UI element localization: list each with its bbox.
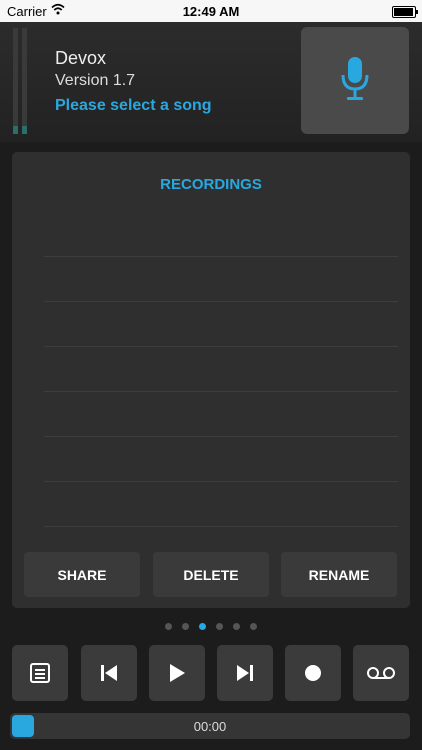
- skip-back-button[interactable]: [81, 645, 137, 701]
- recordings-panel: RECORDINGS SHARE DELETE RENAME: [12, 152, 410, 608]
- rename-button[interactable]: RENAME: [281, 552, 397, 597]
- recordings-list[interactable]: [44, 212, 398, 552]
- song-status[interactable]: Please select a song: [55, 97, 212, 115]
- skip-forward-button[interactable]: [217, 645, 273, 701]
- recordings-button[interactable]: [353, 645, 409, 701]
- list-item[interactable]: [44, 212, 398, 257]
- share-button[interactable]: SHARE: [24, 552, 140, 597]
- page-dot[interactable]: [216, 623, 223, 630]
- page-dot[interactable]: [165, 623, 172, 630]
- record-button[interactable]: [285, 645, 341, 701]
- status-bar: Carrier 12:49 AM: [0, 0, 422, 22]
- app-name: Devox: [55, 48, 107, 68]
- page-dot[interactable]: [199, 623, 206, 630]
- play-icon: [170, 664, 185, 682]
- level-meter-right: [22, 28, 27, 134]
- delete-button[interactable]: DELETE: [153, 552, 269, 597]
- lyrics-icon: [30, 663, 50, 683]
- skip-back-icon: [101, 665, 117, 681]
- page-dot[interactable]: [182, 623, 189, 630]
- level-meter-left: [13, 28, 18, 134]
- list-item[interactable]: [44, 302, 398, 347]
- recordings-title: RECORDINGS: [160, 176, 262, 193]
- list-item[interactable]: [44, 392, 398, 437]
- record-icon: [305, 665, 321, 681]
- clock: 12:49 AM: [182, 4, 240, 19]
- list-item[interactable]: [44, 437, 398, 482]
- page-indicator[interactable]: [0, 623, 422, 630]
- song-header: Devox Version 1.7 Please select a song: [0, 22, 422, 142]
- voicemail-icon: [367, 667, 395, 679]
- skip-forward-icon: [237, 665, 253, 681]
- microphone-button[interactable]: [301, 27, 409, 134]
- list-item[interactable]: [44, 257, 398, 302]
- lyrics-button[interactable]: [12, 645, 68, 701]
- play-button[interactable]: [149, 645, 205, 701]
- list-item[interactable]: [44, 347, 398, 392]
- microphone-icon: [341, 57, 369, 100]
- playback-time: 00:00: [193, 719, 227, 734]
- progress-bar[interactable]: 00:00: [10, 713, 410, 739]
- page-dot[interactable]: [233, 623, 240, 630]
- list-item[interactable]: [44, 482, 398, 527]
- page-dot[interactable]: [250, 623, 257, 630]
- battery-icon: [392, 6, 418, 18]
- app-version: Version 1.7: [55, 72, 136, 89]
